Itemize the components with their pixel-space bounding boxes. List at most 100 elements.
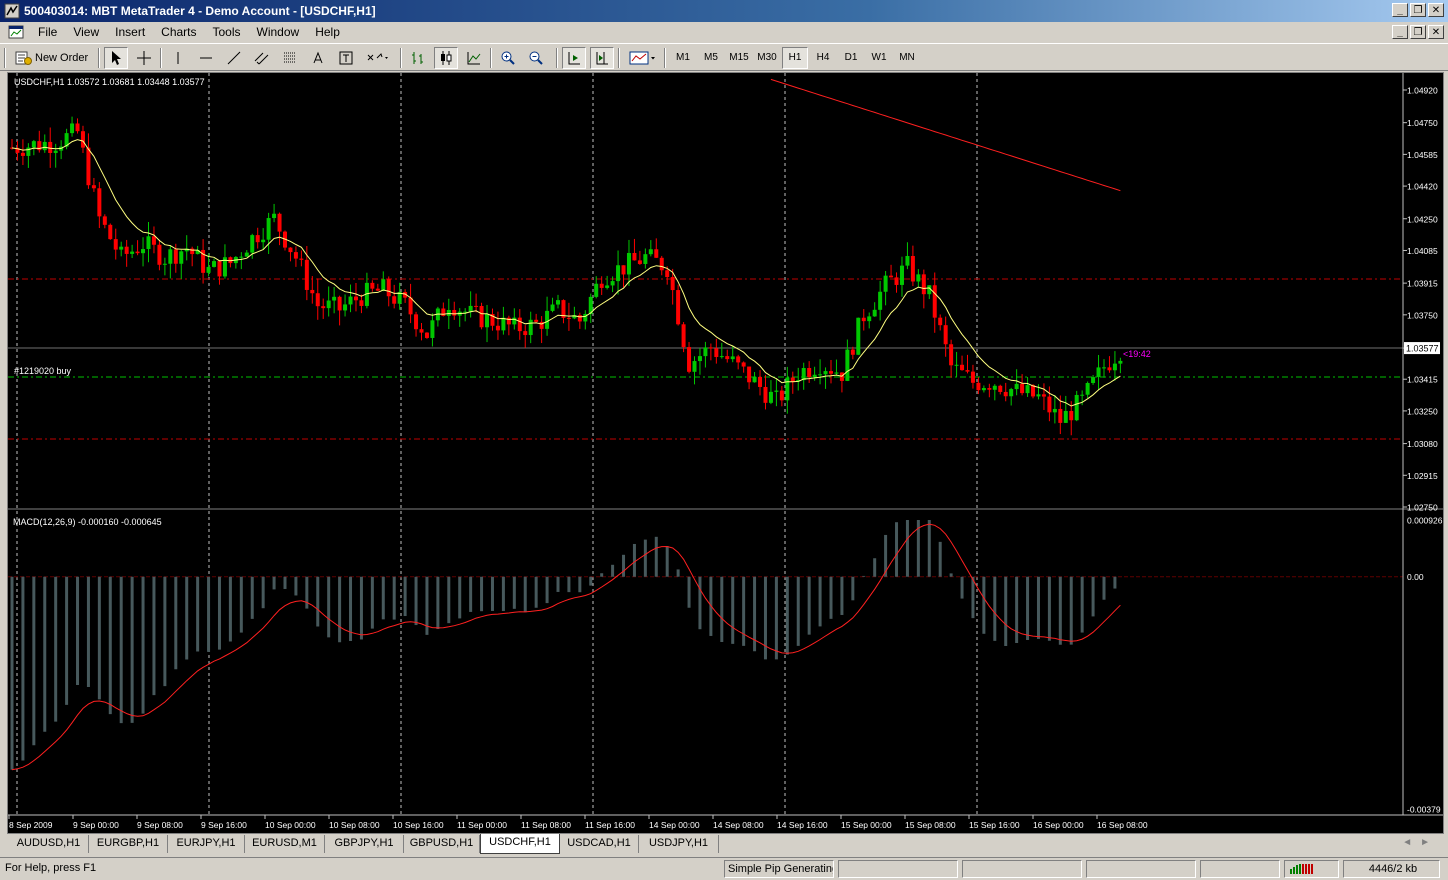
bear-candle: [452, 301, 457, 320]
vertical-line-button[interactable]: [166, 47, 190, 69]
cursor-tool-button[interactable]: [104, 47, 128, 69]
candle-body: [741, 362, 746, 367]
bear-candle: [370, 280, 375, 292]
bull-candle: [616, 250, 621, 295]
restore-button[interactable]: ❐: [1410, 3, 1426, 17]
candle-body: [299, 258, 304, 260]
minimize-button[interactable]: _: [1392, 3, 1408, 17]
bear-candle: [987, 383, 992, 398]
chart-window-icon[interactable]: [8, 24, 24, 40]
bar-chart-button[interactable]: [406, 47, 430, 69]
time-tick-label: 14 Sep 08:00: [713, 820, 764, 830]
tab-eurjpy-h1[interactable]: EURJPY,H1: [168, 835, 245, 853]
bull-candle: [332, 287, 337, 314]
tab-usdjpy-h1[interactable]: USDJPY,H1: [639, 835, 719, 853]
candle-body: [550, 304, 555, 311]
timeframe-h4[interactable]: H4: [810, 47, 836, 69]
arrows-dropdown-button[interactable]: [362, 47, 394, 69]
candle-body: [545, 310, 550, 329]
tab-eurusd-m1[interactable]: EURUSD,M1: [245, 835, 325, 853]
connection-indicator[interactable]: [1284, 860, 1339, 878]
fibonacci-button[interactable]: [278, 47, 302, 69]
chart-shift-button[interactable]: [590, 47, 614, 69]
timeframe-m30[interactable]: M30: [754, 47, 780, 69]
tab-usdcad-h1[interactable]: USDCAD,H1: [560, 835, 639, 853]
tab-gbpusd-h1[interactable]: GBPUSD,H1: [404, 835, 480, 853]
child-close-button[interactable]: ✕: [1428, 25, 1444, 39]
horizontal-line-button[interactable]: [194, 47, 218, 69]
candle-body: [834, 372, 839, 374]
candle-body: [714, 348, 719, 357]
trendline-button[interactable]: [222, 47, 246, 69]
bull-candle: [981, 385, 986, 393]
menu-file[interactable]: File: [30, 25, 65, 39]
price-chart[interactable]: 1.04920 1.04750 1.04585 1.04420 1.04250 1.040…: [8, 73, 1443, 833]
menu-help[interactable]: Help: [307, 25, 348, 39]
candle-body: [763, 386, 768, 403]
candle-body: [648, 249, 653, 255]
candle-body: [70, 123, 75, 134]
bear-candle: [736, 354, 741, 370]
candlestick-button[interactable]: [434, 47, 458, 69]
menu-tools[interactable]: Tools: [205, 25, 249, 39]
line-chart-button[interactable]: [462, 47, 486, 69]
candle-body: [1102, 367, 1106, 369]
indicators-icon: [629, 51, 655, 65]
tab-scroll-arrows[interactable]: ◄►: [1402, 837, 1438, 848]
child-minimize-button[interactable]: _: [1392, 25, 1408, 39]
auto-scroll-button[interactable]: [562, 47, 586, 69]
bear-candle: [283, 230, 287, 251]
crosshair-icon: [137, 51, 151, 65]
menu-window[interactable]: Window: [249, 25, 308, 39]
text-tool-button[interactable]: [306, 47, 330, 69]
bear-candle: [1003, 382, 1008, 402]
candle-body: [566, 317, 571, 319]
current-price-label: 1.03577: [1406, 344, 1439, 354]
equidistant-channel-button[interactable]: [250, 47, 274, 69]
profile-name[interactable]: Simple Pip Generating: [724, 860, 834, 878]
time-tick-label: 15 Sep 00:00: [841, 820, 892, 830]
timeframe-m15[interactable]: M15: [726, 47, 752, 69]
zoom-out-button[interactable]: [524, 47, 548, 69]
candle-body: [1020, 383, 1025, 394]
timeframe-d1[interactable]: D1: [838, 47, 864, 69]
symbol-tabs: ◄► AUDUSD,H1 EURGBP,H1 EURJPY,H1 EURUSD,M1 G…: [7, 834, 1444, 854]
menu-view[interactable]: View: [65, 25, 107, 39]
fibonacci-icon: [284, 52, 296, 63]
bear-candle: [201, 239, 206, 284]
time-tick-label: 10 Sep 00:00: [265, 820, 316, 830]
text-label-button[interactable]: [334, 47, 358, 69]
crosshair-tool-button[interactable]: [132, 47, 156, 69]
chart-window[interactable]: 1.04920 1.04750 1.04585 1.04420 1.04250 1.040…: [7, 72, 1444, 834]
title-bar[interactable]: 500403014: MBT MetaTrader 4 - Demo Accou…: [0, 0, 1448, 22]
candle-body: [370, 282, 375, 289]
tab-usdchf-h1[interactable]: USDCHF,H1: [480, 834, 560, 854]
indicators-dropdown-button[interactable]: [626, 47, 660, 69]
bear-candle: [375, 283, 380, 291]
timeframe-m1[interactable]: M1: [670, 47, 696, 69]
candle-body: [774, 390, 779, 392]
timeframe-mn[interactable]: MN: [894, 47, 920, 69]
zoom-in-button[interactable]: [496, 47, 520, 69]
close-button[interactable]: ✕: [1428, 3, 1444, 17]
timeframe-w1[interactable]: W1: [866, 47, 892, 69]
candle-body: [353, 296, 358, 301]
menu-charts[interactable]: Charts: [153, 25, 204, 39]
candle-body: [632, 252, 637, 261]
new-order-button[interactable]: New Order: [14, 47, 88, 69]
candle-body: [348, 296, 353, 305]
tab-eurgbp-h1[interactable]: EURGBP,H1: [89, 835, 168, 853]
candle-body: [768, 391, 773, 403]
candle-body: [31, 141, 36, 148]
child-restore-button[interactable]: ❐: [1410, 25, 1426, 39]
timeframe-h1[interactable]: H1: [782, 47, 808, 69]
tab-audusd-h1[interactable]: AUDUSD,H1: [9, 835, 89, 853]
status-cell: [1200, 860, 1280, 878]
timeframe-m5[interactable]: M5: [698, 47, 724, 69]
new-order-label: New Order: [35, 52, 89, 64]
tab-gbpjpy-h1[interactable]: GBPJPY,H1: [325, 835, 404, 853]
menu-insert[interactable]: Insert: [107, 25, 153, 39]
bear-candle: [561, 299, 566, 324]
status-cell: [962, 860, 1082, 878]
bear-candle: [86, 133, 91, 189]
